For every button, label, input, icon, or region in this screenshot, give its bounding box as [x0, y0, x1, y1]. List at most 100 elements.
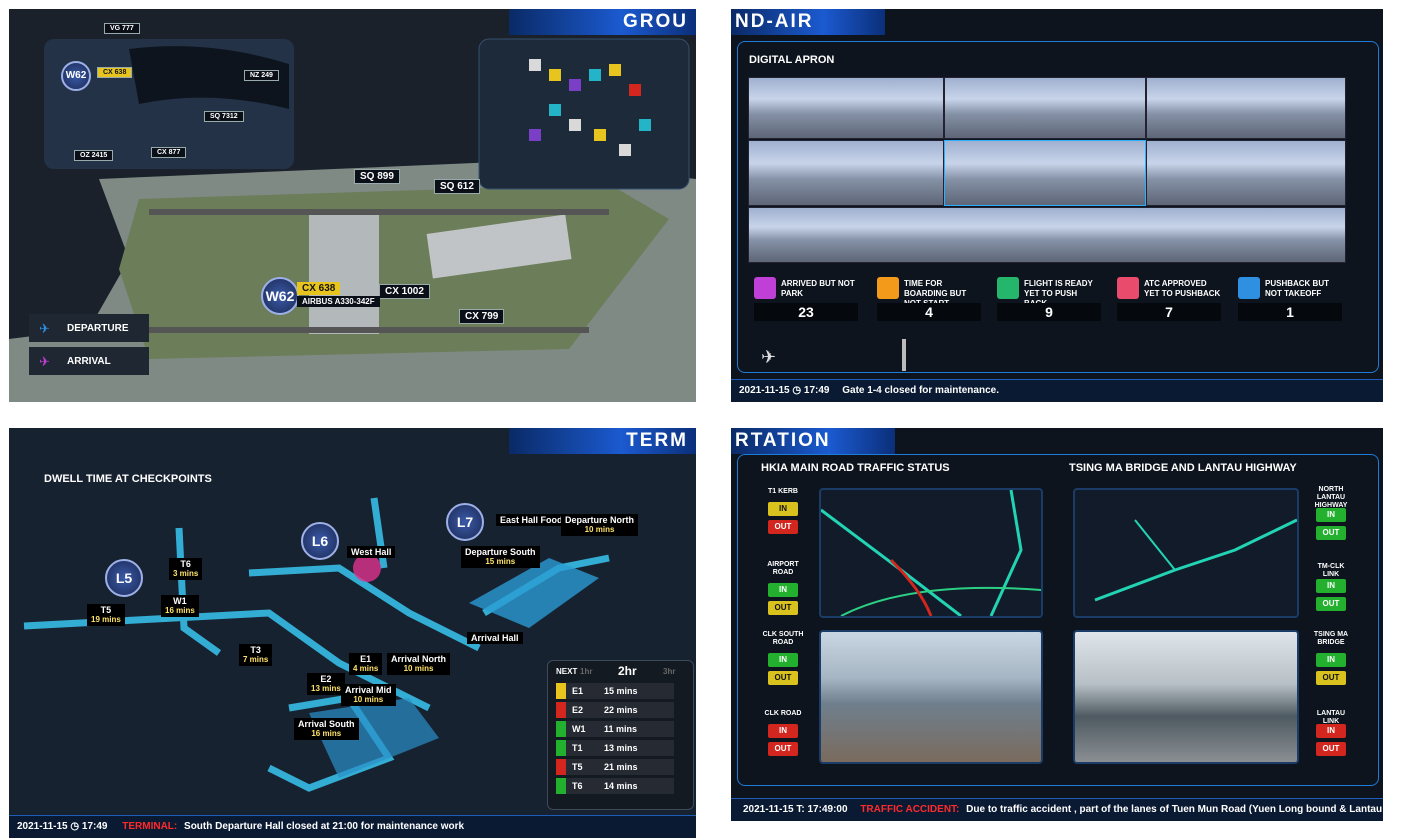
- checkpoint-e2[interactable]: E2 13 mins: [307, 673, 345, 695]
- hkia-road-map[interactable]: [819, 488, 1043, 618]
- apron-title: DIGITAL APRON: [749, 54, 835, 66]
- forecast-row[interactable]: E2 22 mins: [556, 702, 674, 718]
- out-status[interactable]: OUT: [768, 520, 798, 534]
- ticker-message: Gate 1-4 closed for maintenance.: [842, 385, 999, 396]
- in-status[interactable]: IN: [768, 724, 798, 738]
- camera-feed-selected[interactable]: [944, 140, 1146, 206]
- boarding-icon: [877, 277, 899, 299]
- inset-flight-label[interactable]: CX 638: [97, 67, 133, 78]
- ticker-time: 2021-11-15 T: 17:49:00: [743, 804, 848, 815]
- road-name: T1 KERB: [768, 488, 798, 495]
- level-badge[interactable]: L7: [446, 503, 484, 541]
- in-status[interactable]: IN: [1316, 653, 1346, 667]
- inset-flight-label[interactable]: VG 777: [104, 23, 140, 34]
- inset-flight-label[interactable]: SQ 7312: [204, 111, 244, 122]
- in-status[interactable]: IN: [1316, 724, 1346, 738]
- map-flight-label[interactable]: CX 799: [459, 309, 505, 324]
- checkpoint-t6[interactable]: T6 3 mins: [169, 558, 203, 580]
- road-status-tsing-ma-bridge: TSING MA BRIDGE IN OUT: [1309, 631, 1353, 685]
- camera-feed[interactable]: [944, 77, 1146, 139]
- atc-icon: [1117, 277, 1139, 299]
- in-status[interactable]: IN: [768, 583, 798, 597]
- checkpoint-arrival-mid[interactable]: Arrival Mid 10 mins: [341, 684, 396, 706]
- forecast-tab-1hr[interactable]: 1hr: [580, 667, 592, 676]
- checkpoint-t5[interactable]: T5 19 mins: [87, 604, 125, 626]
- tsing-ma-map[interactable]: [1073, 488, 1299, 618]
- ground-panel: GROU VG 777 CX 638 NZ 249 SQ 7312 OZ 241…: [9, 9, 696, 402]
- kpi-value: 7: [1117, 303, 1221, 321]
- transport-banner: RTATION: [731, 428, 895, 454]
- inset-flight-label[interactable]: OZ 2415: [74, 150, 114, 161]
- selected-flight-aircraft: AIRBUS A330-342F: [297, 296, 380, 307]
- forecast-row[interactable]: T5 21 mins: [556, 759, 674, 775]
- out-status[interactable]: OUT: [768, 601, 798, 615]
- map-flight-label[interactable]: CX 1002: [379, 284, 430, 299]
- road-name: AIRPORT ROAD: [767, 561, 799, 576]
- kpi-arrived-not-park[interactable]: ARRIVED BUT NOT PARK 23: [754, 277, 858, 327]
- camera-feed[interactable]: [1146, 77, 1346, 139]
- in-status[interactable]: IN: [1316, 508, 1346, 522]
- camera-feed[interactable]: [1146, 140, 1346, 206]
- apron-banner: ND-AIR: [731, 9, 885, 35]
- out-status[interactable]: OUT: [1316, 597, 1346, 611]
- checkpoint-west-hall[interactable]: West Hall: [347, 546, 396, 558]
- map-flight-label[interactable]: SQ 899: [354, 169, 400, 184]
- legend-departure[interactable]: ✈ DEPARTURE: [29, 314, 149, 342]
- checkpoint-arrival-south[interactable]: Arrival South 16 mins: [294, 718, 359, 740]
- camera-feed[interactable]: [748, 140, 944, 206]
- level-badge[interactable]: L6: [301, 522, 339, 560]
- ticker-message: South Departure Hall closed at 21:00 for…: [184, 821, 465, 832]
- kpi-atc-approved[interactable]: ATC APPROVED YET TO PUSHBACK 7: [1117, 277, 1221, 327]
- camera-feed-panorama[interactable]: [748, 207, 1346, 263]
- out-status[interactable]: OUT: [1316, 742, 1346, 756]
- checkpoint-w1[interactable]: W1 16 mins: [161, 595, 199, 617]
- forecast-row[interactable]: T1 13 mins: [556, 740, 674, 756]
- legend-arrival-label: ARRIVAL: [67, 356, 111, 367]
- camera-feed[interactable]: [748, 77, 944, 139]
- forecast-tab-3hr[interactable]: 3hr: [663, 667, 675, 676]
- map-flight-label[interactable]: SQ 612: [434, 179, 480, 194]
- road-status-clk-road: CLK ROAD IN OUT: [761, 710, 805, 756]
- road-status-clk-south-road: CLK SOUTH ROAD IN OUT: [761, 631, 805, 685]
- checkpoint-departure-south[interactable]: Departure South 15 mins: [461, 546, 540, 568]
- forecast-row[interactable]: E1 15 mins: [556, 683, 674, 699]
- checkpoint-e1[interactable]: E1 4 mins: [349, 653, 383, 675]
- kpi-pushback-not-takeoff[interactable]: PUSHBACK BUT NOT TAKEOFF 1: [1238, 277, 1342, 327]
- transport-ticker: 2021-11-15 T: 17:49:00 TRAFFIC ACCIDENT:…: [731, 798, 1383, 821]
- kpi-ready-pushback[interactable]: FLIGHT IS READY YET TO PUSH BACK 9: [997, 277, 1101, 327]
- in-status[interactable]: IN: [768, 653, 798, 667]
- out-status[interactable]: OUT: [768, 671, 798, 685]
- inset-flight-label[interactable]: NZ 249: [244, 70, 279, 81]
- kpi-label: ARRIVED BUT NOT PARK: [781, 279, 855, 298]
- kpi-value: 4: [877, 303, 981, 321]
- stand-badge-main[interactable]: W62: [261, 277, 299, 315]
- terminal-panel: TERM DWELL TIME AT CHECKPOINTS L5 L6 L7 …: [9, 428, 696, 838]
- road-name: NORTH LANTAU HIGHWAY: [1314, 486, 1348, 509]
- inset-flight-label[interactable]: CX 877: [151, 147, 187, 158]
- out-status[interactable]: OUT: [768, 742, 798, 756]
- kpi-boarding-not-start[interactable]: TIME FOR BOARDING BUT NOT START 4: [877, 277, 981, 327]
- checkpoint-departure-north[interactable]: Departure North 10 mins: [561, 514, 639, 536]
- terminal-ticker: 2021-11-15 ◷ 17:49 TERMINAL: South Depar…: [9, 815, 696, 838]
- stand-badge[interactable]: W62: [61, 61, 91, 91]
- out-status[interactable]: OUT: [1316, 671, 1346, 685]
- checkpoint-t3[interactable]: T3 7 mins: [239, 644, 273, 666]
- selected-flight-label[interactable]: CX 638: [297, 282, 341, 295]
- checkpoint-arrival-north[interactable]: Arrival North 10 mins: [387, 653, 451, 675]
- in-status[interactable]: IN: [1316, 579, 1346, 593]
- in-status[interactable]: IN: [768, 502, 798, 516]
- forecast-row[interactable]: T6 14 mins: [556, 778, 674, 794]
- checkpoint-arrival-hall[interactable]: Arrival Hall: [467, 632, 523, 644]
- forecast-tab-2hr[interactable]: 2hr: [618, 664, 637, 678]
- level-badge[interactable]: L5: [105, 559, 143, 597]
- out-status[interactable]: OUT: [1316, 526, 1346, 540]
- tower-icon: [902, 339, 906, 371]
- road-camera-feed[interactable]: [819, 630, 1043, 764]
- bridge-camera-feed[interactable]: [1073, 630, 1299, 764]
- road-status-tm-clk-link: TM-CLK LINK IN OUT: [1309, 563, 1353, 611]
- departure-plane-icon: ✈: [39, 321, 50, 336]
- legend-arrival[interactable]: ✈ ARRIVAL: [29, 347, 149, 375]
- tsing-ma-title: TSING MA BRIDGE AND LANTAU HIGHWAY: [1069, 462, 1297, 474]
- forecast-row[interactable]: W1 11 mins: [556, 721, 674, 737]
- ticker-tag: TRAFFIC ACCIDENT:: [860, 804, 960, 815]
